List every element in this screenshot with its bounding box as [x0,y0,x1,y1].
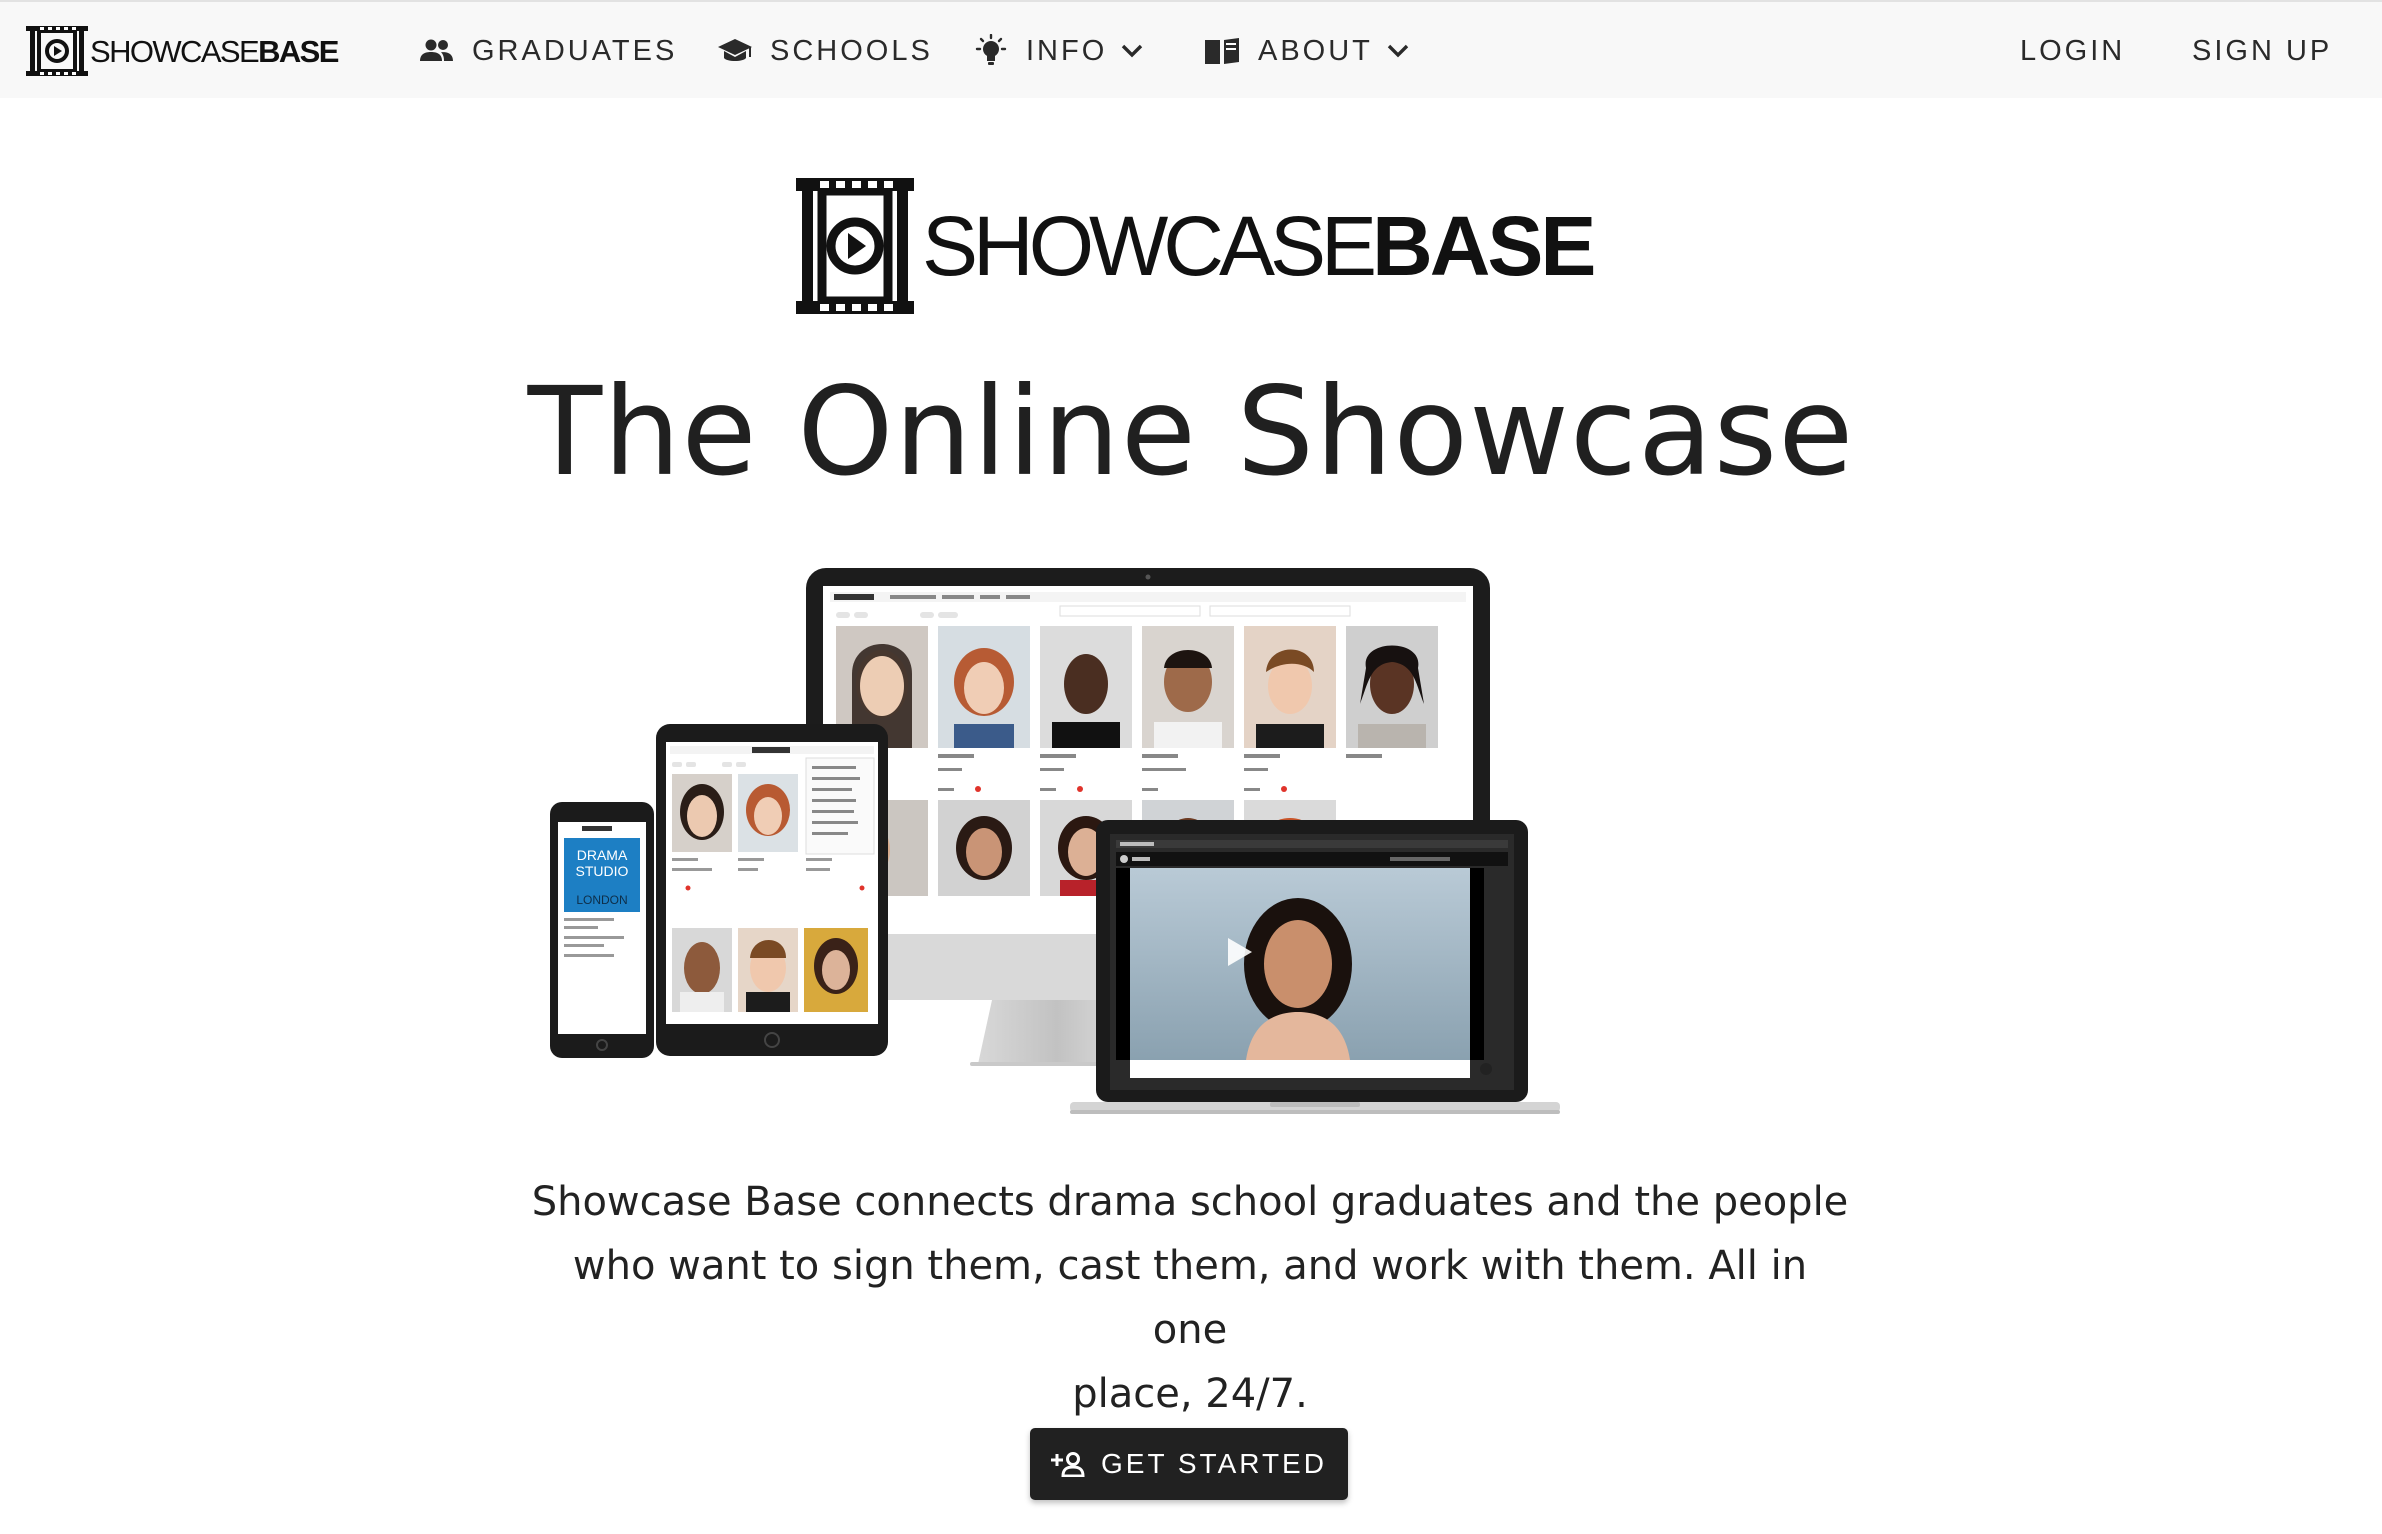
nav-graduates[interactable]: GRADUATES [420,2,677,100]
chevron-down-icon [1387,44,1409,58]
play-icon [848,233,866,259]
lightbulb-icon [975,34,1007,65]
chevron-down-icon [1122,44,1143,58]
drama-studio-line3: LONDON [576,893,627,907]
login-link[interactable]: LOGIN [2020,2,2125,100]
devices-illustration: DRAMA STUDIO LONDON [550,568,1560,1114]
nav-info-label: INFO [1026,34,1108,67]
nav-schools[interactable]: SCHOOLS [718,2,933,100]
film-logo-icon [26,26,88,76]
tagline-line-1: Showcase Base connects drama school grad… [531,1179,1849,1225]
drama-studio-line2: STUDIO [576,863,629,879]
book-icon [1205,38,1239,64]
hero-tagline: Showcase Base connects drama school grad… [530,1170,1850,1426]
brand-wordmark: SHOWCASEBASE [90,33,339,69]
hero-brand-logo: SHOWCASEBASE [796,178,1596,314]
top-navbar: SHOWCASEBASE GRADUATES SCHOOLS INFO ABOU… [0,0,2382,98]
laptop-device [1070,820,1560,1114]
tagline-line-3: place, 24/7. [1072,1371,1308,1417]
nav-info-dropdown[interactable]: INFO [974,2,1143,100]
signup-link[interactable]: SIGN UP [2192,2,2332,100]
brand-logo[interactable]: SHOWCASEBASE [26,26,339,76]
nav-about-dropdown[interactable]: ABOUT [1204,2,1409,100]
phone-device: DRAMA STUDIO LONDON [550,802,654,1058]
get-started-button[interactable]: GET STARTED [1030,1428,1348,1500]
tablet-device [656,724,888,1056]
hero-wordmark: SHOWCASEBASE [922,199,1596,293]
nav-graduates-label: GRADUATES [472,34,678,67]
hero-headline: The Online Showcase [527,361,1855,503]
tagline-line-2: who want to sign them, cast them, and wo… [572,1243,1808,1353]
nav-schools-label: SCHOOLS [770,34,933,67]
film-logo-icon [796,178,914,314]
people-icon [420,39,453,61]
nav-about-label: ABOUT [1258,34,1373,67]
add-person-icon [1051,1452,1085,1477]
graduation-cap-icon [718,39,752,61]
get-started-label: GET STARTED [1101,1448,1327,1479]
login-label: LOGIN [2020,34,2126,67]
drama-studio-line1: DRAMA [577,847,628,863]
signup-label: SIGN UP [2192,34,2333,67]
